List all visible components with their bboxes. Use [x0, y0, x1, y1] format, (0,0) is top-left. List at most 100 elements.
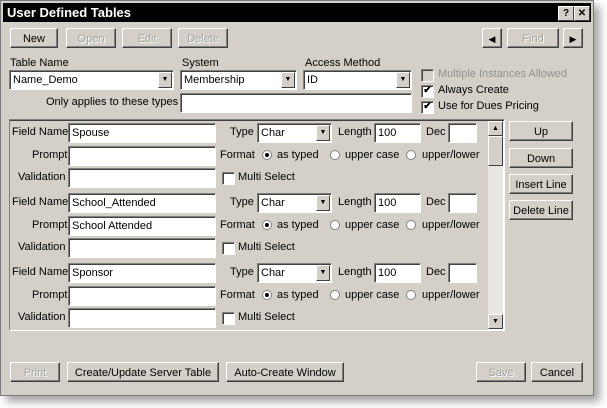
length-input[interactable]: 100 — [374, 123, 421, 143]
length-input[interactable]: 100 — [374, 263, 421, 283]
type-label: Type — [230, 126, 254, 138]
cancel-button[interactable]: Cancel — [531, 362, 583, 382]
right-arrow-icon: ▶ — [569, 34, 577, 44]
as-typed-label: as typed — [277, 289, 319, 301]
format-upper-lower-radio[interactable] — [406, 220, 416, 230]
chevron-down-icon[interactable]: ▼ — [316, 125, 330, 141]
delete-line-button[interactable]: Delete Line — [509, 200, 573, 220]
dec-input[interactable] — [448, 263, 477, 283]
multi-select-checkbox[interactable] — [222, 312, 235, 325]
field-name-input[interactable]: Sponsor — [68, 263, 216, 283]
system-combo[interactable]: Membership ▼ — [180, 70, 297, 90]
field-name-label: Field Name — [12, 266, 69, 278]
scroll-thumb[interactable] — [488, 136, 503, 166]
type-combo[interactable]: Char ▼ — [257, 193, 332, 213]
table-name-value: Name_Demo — [13, 74, 78, 86]
new-button[interactable]: New — [10, 28, 58, 48]
system-label: System — [182, 57, 219, 69]
format-as-typed-radio[interactable] — [262, 290, 272, 300]
type-label: Type — [230, 266, 254, 278]
format-label: Format — [220, 219, 255, 231]
field-name-label: Field Name — [12, 126, 69, 138]
prev-record-button[interactable]: ◀ — [482, 28, 502, 48]
help-button[interactable]: ? — [558, 6, 574, 21]
open-button[interactable]: Open — [66, 28, 116, 48]
always-create-checkbox[interactable]: ✔ — [421, 85, 434, 98]
format-as-typed-radio[interactable] — [262, 150, 272, 160]
format-upper-case-radio[interactable] — [330, 290, 340, 300]
field-row: Field Name Spouse Type Char ▼ Length 100… — [10, 121, 488, 192]
field-name-label: Field Name — [12, 196, 69, 208]
chevron-down-icon[interactable]: ▼ — [281, 72, 295, 88]
auto-create-window-button[interactable]: Auto-Create Window — [226, 362, 344, 382]
format-as-typed-radio[interactable] — [262, 220, 272, 230]
dec-label: Dec — [426, 266, 446, 278]
save-button[interactable]: Save — [476, 362, 526, 382]
dues-pricing-checkbox[interactable]: ✔ — [421, 101, 434, 114]
access-method-label: Access Method — [305, 57, 381, 69]
field-name-input[interactable]: Spouse — [68, 123, 216, 143]
multi-select-label: Multi Select — [238, 311, 295, 323]
prompt-label: Prompt — [32, 219, 68, 231]
prompt-input[interactable] — [68, 146, 216, 166]
find-button[interactable]: Find — [507, 28, 559, 48]
print-button[interactable]: Print — [10, 362, 60, 382]
multiple-instances-label: Multiple Instances Allowed — [438, 68, 568, 80]
multi-select-label: Multi Select — [238, 171, 295, 183]
dues-pricing-label: Use for Dues Pricing — [438, 100, 539, 112]
multiple-instances-checkbox[interactable] — [421, 69, 434, 82]
close-button[interactable]: ✕ — [574, 6, 590, 21]
validation-input[interactable] — [68, 238, 216, 258]
edit-button[interactable]: Edit — [122, 28, 172, 48]
type-combo[interactable]: Char ▼ — [257, 263, 332, 283]
user-defined-tables-window: User Defined Tables ? ✕ New Open Edit De… — [0, 0, 594, 396]
insert-line-button[interactable]: Insert Line — [509, 174, 573, 194]
table-name-combo[interactable]: Name_Demo ▼ — [9, 70, 174, 90]
delete-button[interactable]: Delete — [178, 28, 228, 48]
chevron-down-icon[interactable]: ▼ — [396, 72, 410, 88]
type-value: Char — [261, 197, 285, 209]
field-name-input[interactable]: School_Attended — [68, 193, 216, 213]
validation-label: Validation — [18, 241, 66, 253]
dec-input[interactable] — [448, 123, 477, 143]
as-typed-label: as typed — [277, 149, 319, 161]
dec-label: Dec — [426, 196, 446, 208]
dec-label: Dec — [426, 126, 446, 138]
format-upper-lower-radio[interactable] — [406, 290, 416, 300]
create-update-server-table-button[interactable]: Create/Update Server Table — [67, 362, 219, 382]
upper-case-label: upper case — [345, 149, 400, 161]
validation-input[interactable] — [68, 308, 216, 328]
access-method-combo[interactable]: ID ▼ — [303, 70, 412, 90]
system-value: Membership — [184, 74, 245, 86]
scroll-up-icon[interactable]: ▲ — [488, 121, 503, 136]
format-upper-case-radio[interactable] — [330, 150, 340, 160]
prompt-label: Prompt — [32, 149, 68, 161]
format-upper-case-radio[interactable] — [330, 220, 340, 230]
vertical-scrollbar[interactable]: ▲ ▼ — [488, 121, 503, 329]
access-method-value: ID — [307, 74, 318, 86]
multi-select-checkbox[interactable] — [222, 172, 235, 185]
next-record-button[interactable]: ▶ — [563, 28, 583, 48]
prompt-input[interactable] — [68, 286, 216, 306]
type-combo[interactable]: Char ▼ — [257, 123, 332, 143]
multi-select-checkbox[interactable] — [222, 242, 235, 255]
format-upper-lower-radio[interactable] — [406, 150, 416, 160]
down-button[interactable]: Down — [509, 148, 573, 168]
length-input[interactable]: 100 — [374, 193, 421, 213]
window-title: User Defined Tables — [7, 5, 132, 20]
up-button[interactable]: Up — [509, 121, 573, 141]
chevron-down-icon[interactable]: ▼ — [316, 195, 330, 211]
chevron-down-icon[interactable]: ▼ — [158, 72, 172, 88]
prompt-label: Prompt — [32, 289, 68, 301]
prompt-input[interactable]: School Attended — [68, 216, 216, 236]
validation-label: Validation — [18, 311, 66, 323]
chevron-down-icon[interactable]: ▼ — [316, 265, 330, 281]
dec-input[interactable] — [448, 193, 477, 213]
field-row: Field Name Sponsor Type Char ▼ Length 10… — [10, 261, 488, 330]
length-label: Length — [338, 196, 372, 208]
upper-case-label: upper case — [345, 289, 400, 301]
validation-input[interactable] — [68, 168, 216, 188]
types-field[interactable] — [180, 93, 412, 113]
as-typed-label: as typed — [277, 219, 319, 231]
scroll-down-icon[interactable]: ▼ — [488, 314, 503, 329]
